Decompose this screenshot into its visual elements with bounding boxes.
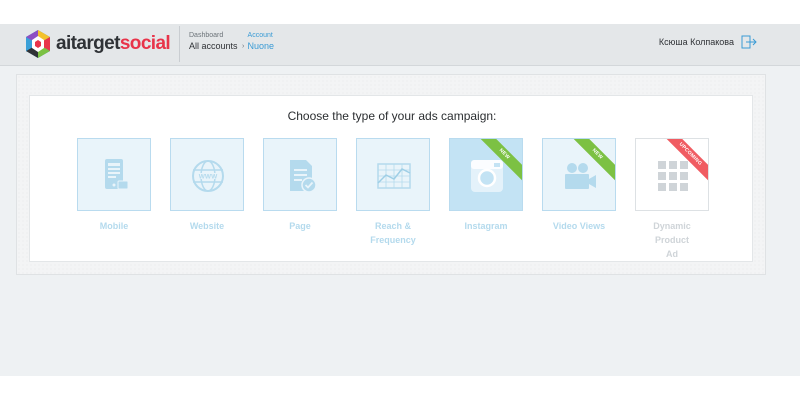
svg-text:WWW: WWW: [199, 174, 218, 181]
campaign-type-reach-frequency[interactable]: Reach & Frequency: [356, 138, 430, 247]
top-margin: [0, 0, 800, 24]
campaign-type-dynamic-product-ad[interactable]: UPCOMING Dynamic Product Ad: [635, 138, 709, 261]
breadcrumb-all-accounts: All accounts: [189, 41, 238, 51]
campaign-type-mobile-box[interactable]: [77, 138, 151, 211]
logout-icon[interactable]: [741, 35, 757, 49]
breadcrumb-account-label: Account: [247, 32, 273, 39]
dpa-label-line2: Ad: [666, 249, 678, 259]
bottom-margin: [0, 376, 800, 400]
logo-hexagon-icon: [26, 30, 50, 58]
aitarget-logo[interactable]: aitargetsocial: [24, 29, 171, 59]
page-check-icon: [290, 160, 317, 193]
dpa-label-line1: Dynamic Product: [653, 221, 691, 245]
campaign-type-page[interactable]: Page: [263, 138, 337, 233]
campaign-type-instagram-label: Instagram: [464, 221, 508, 231]
campaign-type-website-label: Website: [189, 221, 225, 231]
campaign-type-title: Choose the type of your ads campaign:: [287, 109, 497, 123]
campaign-type-mobile[interactable]: Mobile: [77, 138, 151, 233]
breadcrumb: Dashboard All accounts › Account Nuone: [189, 31, 284, 52]
campaign-type-reach-frequency-label: Reach & Frequency: [356, 219, 430, 247]
campaign-type-video-views-label: Video Views: [552, 221, 606, 231]
logo-text-aitarget: aitarget: [56, 33, 120, 54]
product-grid-icon: [658, 161, 688, 191]
breadcrumb-account-name: Nuone: [247, 41, 275, 51]
mobile-icon: [105, 159, 129, 190]
globe-www-icon: WWW: [192, 160, 224, 192]
app-window: aitargetsocial Dashboard All accounts › …: [0, 24, 800, 376]
video-camera-icon: [565, 163, 596, 189]
campaign-type-instagram[interactable]: NEW Instagram: [449, 138, 523, 233]
breadcrumb-dashboard[interactable]: Dashboard All accounts: [189, 31, 238, 52]
campaign-type-card: Choose the type of your ads campaign: Mo…: [29, 95, 753, 262]
breadcrumb-dashboard-label: Dashboard: [189, 32, 224, 39]
campaign-type-website-box[interactable]: WWW: [170, 138, 244, 211]
campaign-type-page-box[interactable]: [263, 138, 337, 211]
campaign-type-dynamic-product-ad-box[interactable]: UPCOMING: [635, 138, 709, 211]
header-divider: [179, 26, 180, 62]
reach-chart-icon: [377, 163, 411, 189]
user-name[interactable]: Ксюша Колпакова: [659, 37, 734, 47]
reach-label-line2: Frequency: [370, 235, 416, 245]
campaign-type-video-views[interactable]: NEW Video Views: [542, 138, 616, 233]
campaign-type-instagram-box[interactable]: NEW: [449, 138, 523, 211]
breadcrumb-account[interactable]: Account Nuone: [248, 31, 275, 52]
logo-text-social: social: [119, 33, 171, 54]
reach-label-line1: Reach &: [374, 221, 411, 231]
header-bar: aitargetsocial Dashboard All accounts › …: [0, 24, 800, 66]
campaign-panel: Choose the type of your ads campaign: Mo…: [16, 74, 766, 275]
instagram-camera-icon: [471, 160, 503, 192]
campaign-type-dynamic-product-ad-label: Dynamic Product Ad: [635, 219, 709, 261]
breadcrumb-separator-icon: ›: [242, 43, 245, 50]
campaign-type-reach-frequency-box[interactable]: [356, 138, 430, 211]
campaign-type-mobile-label: Mobile: [99, 221, 129, 231]
campaign-type-page-label: Page: [289, 221, 311, 231]
logo-wordmark: aitargetsocial: [56, 33, 171, 55]
campaign-type-video-views-box[interactable]: NEW: [542, 138, 616, 211]
campaign-type-website[interactable]: WWW Website: [170, 138, 244, 233]
